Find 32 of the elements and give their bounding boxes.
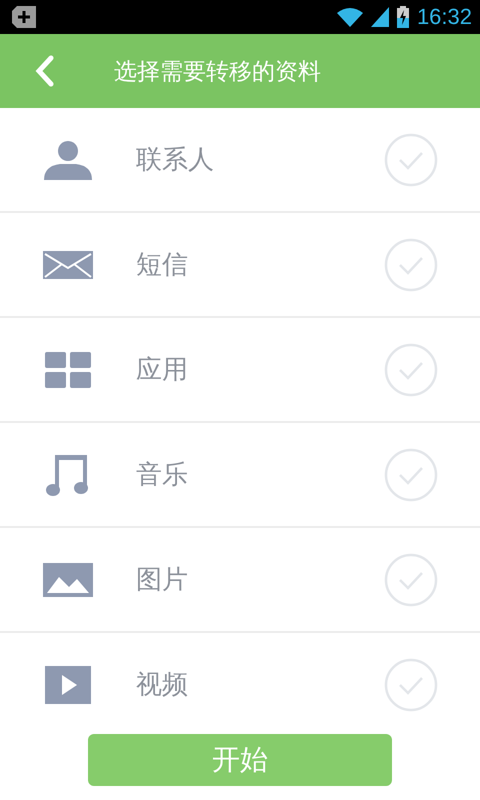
envelope-icon — [43, 250, 93, 278]
image-icon — [43, 562, 93, 596]
play-icon — [45, 666, 91, 704]
data-type-label: 图片 — [136, 564, 189, 597]
back-icon — [34, 55, 54, 87]
wifi-icon — [336, 7, 363, 27]
data-type-label: 联系人 — [136, 144, 215, 177]
data-type-label: 音乐 — [136, 459, 189, 492]
battery-icon — [396, 6, 409, 28]
data-type-row[interactable]: 应用 — [0, 318, 480, 423]
select-checkbox[interactable] — [384, 342, 438, 396]
person-icon — [42, 140, 94, 180]
data-type-label: 视频 — [136, 669, 189, 702]
data-type-row[interactable]: 图片 — [0, 528, 480, 633]
start-button[interactable]: 开始 — [88, 734, 392, 786]
select-checkbox[interactable] — [384, 658, 438, 712]
data-type-row[interactable]: 短信 — [0, 213, 480, 318]
clock-text: 16:32 — [416, 4, 472, 30]
data-type-label: 应用 — [136, 354, 189, 387]
music-note-icon — [45, 452, 91, 496]
signal-icon — [370, 7, 389, 27]
select-checkbox[interactable] — [384, 448, 438, 502]
grid-icon — [45, 352, 91, 388]
select-checkbox[interactable] — [384, 238, 438, 292]
screen-title: 选择需要转移的资料 — [114, 58, 321, 86]
back-button[interactable] — [34, 55, 54, 87]
data-type-label: 短信 — [136, 249, 189, 282]
data-type-row[interactable]: 联系人 — [0, 108, 480, 213]
notification-icon — [12, 6, 36, 28]
data-type-row[interactable]: 音乐 — [0, 423, 480, 528]
select-checkbox[interactable] — [384, 552, 438, 606]
select-checkbox[interactable] — [384, 132, 438, 186]
